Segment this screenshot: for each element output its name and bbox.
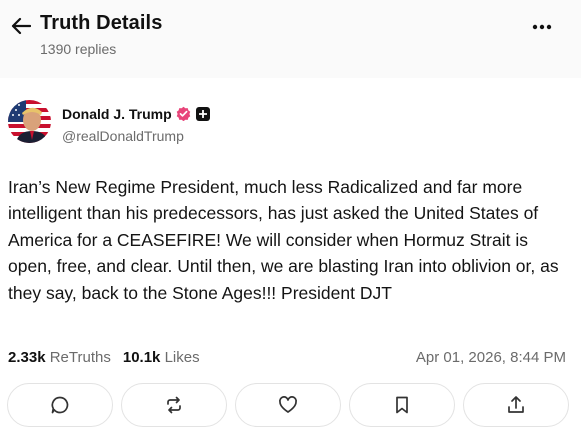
reply-button[interactable]: [7, 383, 113, 427]
author-handle[interactable]: @realDonaldTrump: [62, 128, 184, 144]
retruths-label: ReTruths: [49, 349, 111, 366]
more-dots-icon: [532, 24, 552, 30]
retruth-button[interactable]: [121, 383, 227, 427]
action-bar: [0, 383, 581, 429]
like-button[interactable]: [235, 383, 341, 427]
post-text: Iran’s New Regime President, much less R…: [8, 177, 559, 303]
author-name[interactable]: Donald J. Trump: [62, 106, 172, 122]
like-icon: [279, 396, 297, 413]
bookmark-button[interactable]: [349, 383, 455, 427]
share-icon: [508, 396, 524, 413]
avatar-flag-portrait-icon: [8, 100, 51, 143]
retruths-stat[interactable]: 2.33k ReTruths: [8, 349, 111, 366]
page-header: Truth Details 1390 replies: [0, 0, 581, 78]
share-button[interactable]: [463, 383, 569, 427]
post-stats: 2.33k ReTruths 10.1k Likes: [8, 349, 200, 366]
page-title: Truth Details: [40, 12, 163, 34]
likes-stat[interactable]: 10.1k Likes: [123, 349, 200, 366]
likes-count: 10.1k: [122, 349, 161, 366]
retruth-icon: [167, 396, 181, 414]
arrow-left-icon: [11, 17, 31, 35]
verified-check-icon: [176, 106, 191, 122]
back-button[interactable]: [8, 13, 34, 39]
avatar[interactable]: [8, 100, 51, 143]
likes-label: Likes: [164, 349, 200, 366]
bookmark-icon: [396, 396, 408, 414]
plus-badge: [196, 107, 210, 121]
reply-count: 1390 replies: [40, 41, 117, 57]
plus-icon: [199, 110, 207, 118]
more-options-button[interactable]: [529, 16, 555, 38]
verified-badge: [176, 106, 191, 122]
post-timestamp: Apr 01, 2026, 8:44 PM: [415, 349, 566, 366]
retruths-count: 2.33k: [8, 349, 46, 366]
reply-icon: [51, 396, 69, 414]
